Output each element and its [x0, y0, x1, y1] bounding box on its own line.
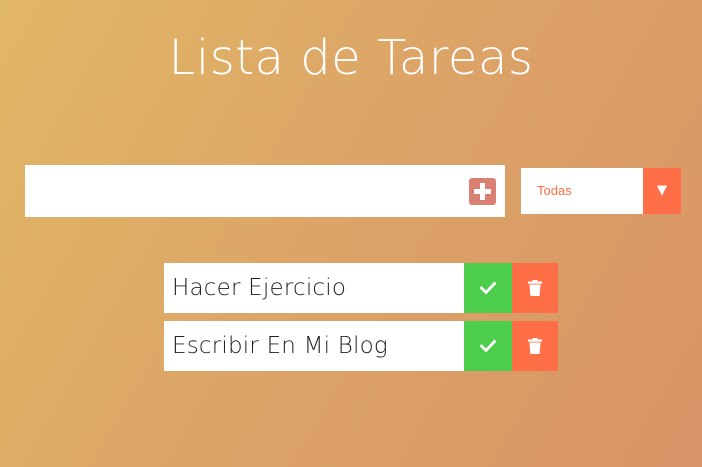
chevron-down-icon[interactable]: ▼: [643, 168, 681, 214]
todo-item: Hacer Ejercicio: [164, 263, 558, 313]
page-title: Lista de Tareas: [168, 30, 534, 86]
filter-select[interactable]: Todas ▼: [521, 168, 681, 214]
todo-text: Escribir En Mi Blog: [172, 333, 388, 359]
plus-square-icon: [474, 183, 491, 200]
check-icon: [480, 281, 496, 295]
filter-selected-value: Todas: [537, 183, 572, 198]
delete-button[interactable]: [512, 321, 558, 371]
add-todo-form: [25, 165, 505, 217]
delete-button[interactable]: [512, 263, 558, 313]
check-icon: [480, 339, 496, 353]
todo-item: Escribir En Mi Blog: [164, 321, 558, 371]
trash-icon: [528, 280, 542, 296]
todo-text: Hacer Ejercicio: [172, 275, 347, 301]
todo-input[interactable]: [25, 165, 455, 217]
todo-list: Hacer Ejercicio Escribir En Mi Blog: [164, 263, 558, 379]
add-todo-button[interactable]: [469, 178, 496, 205]
complete-button[interactable]: [464, 321, 512, 371]
complete-button[interactable]: [464, 263, 512, 313]
trash-icon: [528, 338, 542, 354]
